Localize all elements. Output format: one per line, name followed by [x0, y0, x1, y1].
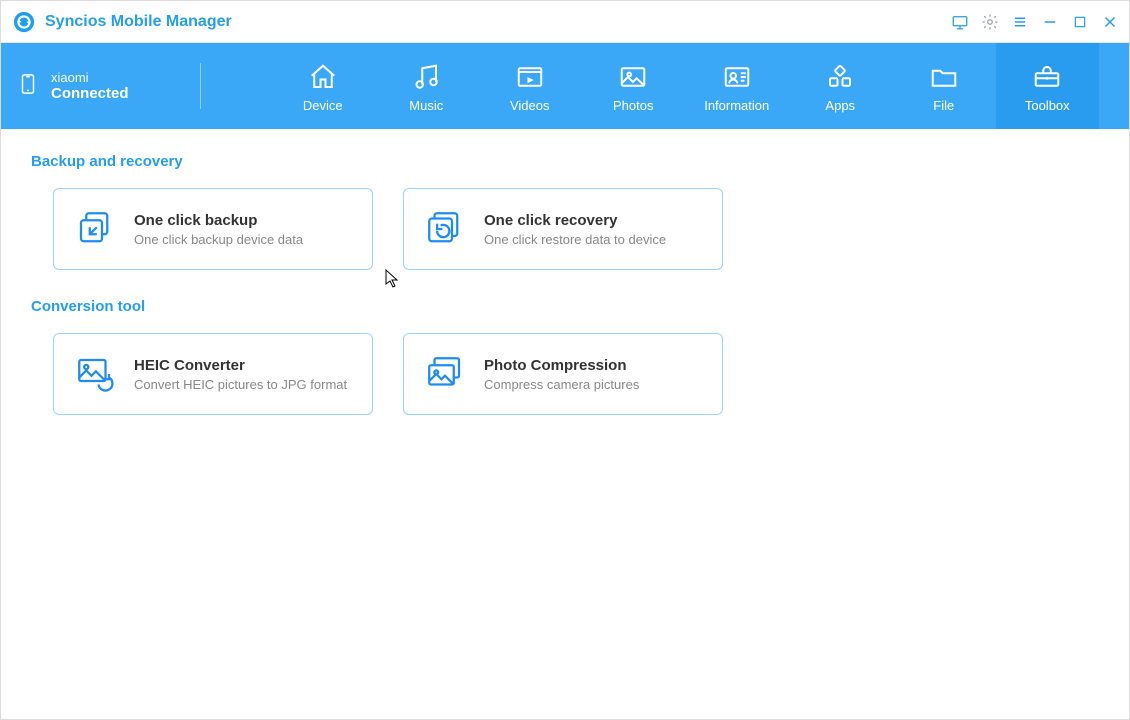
minimize-icon[interactable]: [1035, 1, 1065, 43]
phone-icon: [17, 67, 39, 106]
close-icon[interactable]: [1095, 1, 1125, 43]
app-logo: [13, 11, 35, 33]
conversion-tile-row: HEIC Converter Convert HEIC pictures to …: [31, 333, 1099, 415]
nav-file[interactable]: File: [892, 43, 996, 129]
device-panel[interactable]: xiaomi Connected: [1, 43, 201, 129]
backup-icon: [74, 208, 116, 250]
nav-items: Device Music Videos Pho: [201, 43, 1129, 129]
music-icon: [411, 60, 441, 92]
nav-strip: xiaomi Connected Device Music: [1, 43, 1129, 129]
device-status: Connected: [51, 85, 129, 102]
tile-title: HEIC Converter: [134, 357, 347, 374]
nav-label: Music: [409, 98, 443, 113]
tile-one-click-recovery[interactable]: One click recovery One click restore dat…: [403, 188, 723, 270]
tile-desc: Compress camera pictures: [484, 377, 639, 392]
toolbox-icon: [1032, 60, 1062, 92]
video-icon: [515, 60, 545, 92]
nav-apps[interactable]: Apps: [789, 43, 893, 129]
tile-photo-compression[interactable]: Photo Compression Compress camera pictur…: [403, 333, 723, 415]
tile-desc: One click backup device data: [134, 232, 303, 247]
tile-title: One click recovery: [484, 212, 666, 229]
apps-icon: [825, 60, 855, 92]
heic-icon: [74, 353, 116, 395]
backup-tile-row: One click backup One click backup device…: [31, 188, 1099, 270]
window-actions: [945, 1, 1125, 43]
main-content: Backup and recovery One click backup One…: [1, 129, 1129, 467]
tile-desc: One click restore data to device: [484, 232, 666, 247]
compress-icon: [424, 353, 466, 395]
tile-one-click-backup[interactable]: One click backup One click backup device…: [53, 188, 373, 270]
nav-label: Videos: [510, 98, 550, 113]
section-backup-title: Backup and recovery: [31, 153, 1099, 170]
app-title: Syncios Mobile Manager: [45, 13, 232, 31]
tile-title: Photo Compression: [484, 357, 639, 374]
tile-heic-converter[interactable]: HEIC Converter Convert HEIC pictures to …: [53, 333, 373, 415]
nav-label: Information: [704, 98, 769, 113]
section-conversion-title: Conversion tool: [31, 298, 1099, 315]
nav-label: File: [933, 98, 954, 113]
maximize-icon[interactable]: [1065, 1, 1095, 43]
recovery-icon: [424, 208, 466, 250]
monitor-icon[interactable]: [945, 1, 975, 43]
nav-device[interactable]: Device: [271, 43, 375, 129]
nav-label: Photos: [613, 98, 653, 113]
nav-label: Apps: [825, 98, 855, 113]
nav-label: Toolbox: [1025, 98, 1070, 113]
nav-videos[interactable]: Videos: [478, 43, 582, 129]
contact-icon: [722, 60, 752, 92]
menu-icon[interactable]: [1005, 1, 1035, 43]
photo-icon: [618, 60, 648, 92]
title-bar: Syncios Mobile Manager: [1, 1, 1129, 43]
nav-photos[interactable]: Photos: [582, 43, 686, 129]
nav-information[interactable]: Information: [685, 43, 789, 129]
tile-title: One click backup: [134, 212, 303, 229]
folder-icon: [929, 60, 959, 92]
nav-music[interactable]: Music: [375, 43, 479, 129]
gear-icon[interactable]: [975, 1, 1005, 43]
home-icon: [308, 60, 338, 92]
tile-desc: Convert HEIC pictures to JPG format: [134, 377, 347, 392]
nav-toolbox[interactable]: Toolbox: [996, 43, 1100, 129]
nav-label: Device: [303, 98, 343, 113]
device-name: xiaomi: [51, 70, 129, 85]
